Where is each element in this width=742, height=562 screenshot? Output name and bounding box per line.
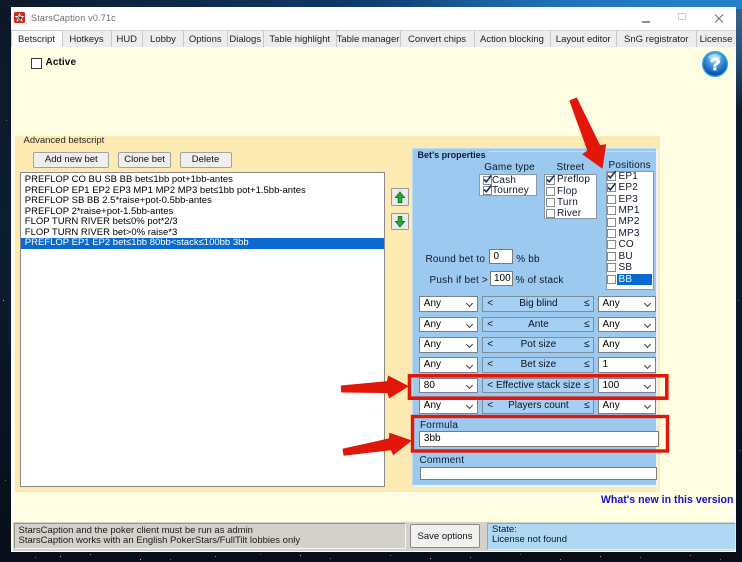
- svg-text:?: ?: [709, 54, 720, 74]
